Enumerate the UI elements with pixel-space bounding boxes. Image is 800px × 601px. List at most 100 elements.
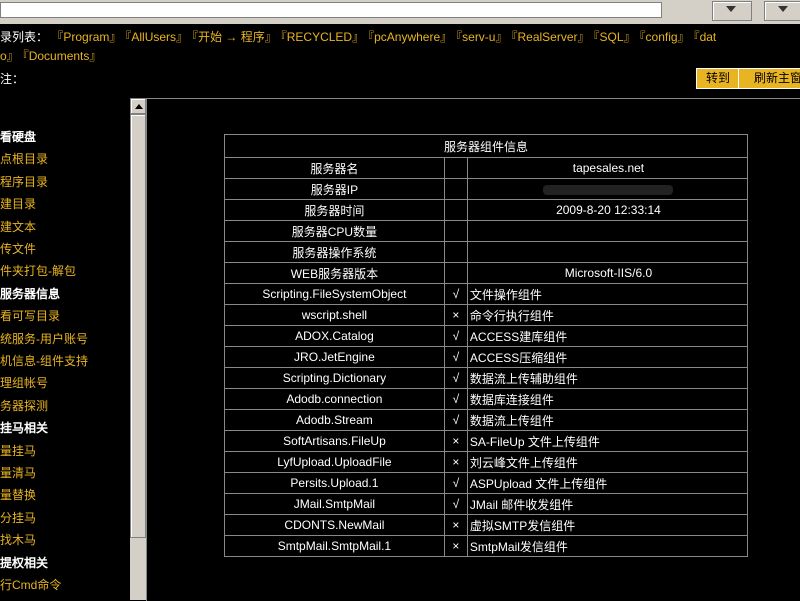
path-link[interactable]: 『SQL』	[594, 30, 636, 44]
info-name: 服务器名	[224, 157, 445, 179]
component-description: 数据库连接组件	[466, 388, 749, 410]
sidebar-item[interactable]: 建文本	[0, 216, 36, 238]
go-button[interactable]: 转到	[696, 68, 740, 89]
redacted-value	[543, 184, 674, 195]
sidebar-item[interactable]: 机信息-组件支持	[0, 350, 88, 372]
sidebar-item[interactable]: 量挂马	[0, 440, 36, 462]
info-spacer	[443, 199, 468, 221]
info-row: 服务器IP	[224, 178, 749, 200]
path-link[interactable]: 『serv-u』	[456, 30, 507, 44]
unsupported-cross-icon: ×	[443, 430, 468, 452]
sidebar-item[interactable]: 量替换	[0, 484, 36, 506]
component-name: Adodb.Stream	[224, 409, 445, 431]
component-row: SoftArtisans.FileUp × SA-FileUp 文件上传组件	[224, 430, 749, 452]
component-description: 数据流上传辅助组件	[466, 367, 749, 389]
sidebar-menu: 看硬盘 点根目录 程序目录 建目录 建文本 传文件 件夹打包-解包 服务器信息 看可写目录 统服务…	[0, 126, 128, 600]
path-link[interactable]: 『开始 → 程序』	[192, 30, 277, 44]
command-row: 注： 转到 刷新主窗	[0, 68, 800, 90]
component-description: ASPUpload 文件上传组件	[466, 472, 749, 494]
info-name: 服务器CPU数量	[224, 220, 445, 242]
path-link[interactable]: 『pcAnywhere』	[368, 30, 452, 44]
address-field[interactable]	[0, 2, 662, 18]
path-link[interactable]: o』	[0, 49, 19, 63]
path-link[interactable]: 『RECYCLED』	[281, 30, 364, 44]
component-description: 数据流上传组件	[466, 409, 749, 431]
sidebar-section-heading: 看硬盘	[0, 130, 37, 144]
supported-check-icon: √	[443, 283, 468, 305]
supported-check-icon: √	[443, 472, 468, 494]
table-title: 服务器组件信息	[224, 134, 748, 158]
path-link[interactable]: 『Program』	[51, 30, 121, 44]
path-link[interactable]: 『config』	[640, 30, 690, 44]
component-name: Scripting.Dictionary	[224, 367, 445, 389]
component-name: Persits.Upload.1	[224, 472, 445, 494]
info-name: 服务器操作系统	[224, 241, 445, 263]
sidebar-item[interactable]: 点根目录	[0, 148, 48, 170]
sidebar-item[interactable]: 件夹打包-解包	[0, 260, 76, 282]
sidebar-item[interactable]: 建目录	[0, 193, 36, 215]
info-spacer	[443, 178, 468, 200]
component-row: LyfUpload.UploadFile × 刘云峰文件上传组件	[224, 451, 749, 473]
path-link[interactable]: 『Documents』	[23, 49, 102, 63]
info-spacer	[443, 157, 468, 179]
component-row: JRO.JetEngine √ ACCESS压缩组件	[224, 346, 749, 368]
path-label: 录列表：	[0, 30, 49, 44]
unsupported-cross-icon: ×	[443, 304, 468, 326]
command-input[interactable]	[24, 71, 624, 85]
sidebar-item[interactable]: 务器探测	[0, 395, 48, 417]
sidebar-item[interactable]: 分挂马	[0, 507, 36, 529]
supported-check-icon: √	[443, 346, 468, 368]
component-name: SmtpMail.SmtpMail.1	[224, 535, 445, 557]
component-row: SmtpMail.SmtpMail.1 × SmtpMail发信组件	[224, 535, 749, 557]
sidebar-section-heading: 提权相关	[0, 555, 49, 570]
component-description: ACCESS建库组件	[466, 325, 749, 347]
path-link[interactable]: 『AllUsers』	[125, 30, 188, 44]
sidebar-item[interactable]: 程序目录	[0, 171, 48, 193]
sidebar-scrollbar[interactable]	[130, 98, 146, 600]
component-row: Persits.Upload.1 √ ASPUpload 文件上传组件	[224, 472, 749, 494]
scroll-thumb[interactable]	[130, 114, 146, 538]
component-name: LyfUpload.UploadFile	[224, 451, 445, 473]
component-description: 虚拟SMTP发信组件	[466, 514, 749, 536]
component-name: Scripting.FileSystemObject	[224, 283, 445, 305]
sidebar-item[interactable]: 理组帐号	[0, 372, 48, 394]
server-info-table: 服务器组件信息 服务器名 tapesales.net 服务器IP 服务器时间 2009-…	[224, 134, 749, 557]
component-description: 命令行执行组件	[466, 304, 749, 326]
sidebar-item[interactable]: 找木马	[0, 529, 36, 551]
component-description: 文件操作组件	[466, 283, 749, 305]
unsupported-cross-icon: ×	[443, 535, 468, 557]
supported-check-icon: √	[443, 367, 468, 389]
info-name: WEB服务器版本	[224, 262, 445, 284]
sidebar-item[interactable]: 统服务-用户账号	[0, 328, 88, 350]
component-row: Scripting.FileSystemObject √ 文件操作组件	[224, 283, 749, 305]
unsupported-cross-icon: ×	[443, 451, 468, 473]
refresh-main-button[interactable]: 刷新主窗	[738, 68, 800, 89]
info-row: 服务器名 tapesales.net	[224, 157, 749, 179]
sidebar-section-heading: 挂马相关	[0, 421, 49, 436]
info-name: 服务器时间	[224, 199, 445, 221]
sidebar-item[interactable]: 传文件	[0, 238, 36, 260]
info-row: 服务器时间 2009-8-20 12:33:14	[224, 199, 749, 221]
component-row: JMail.SmtpMail √ JMail 邮件收发组件	[224, 493, 749, 515]
sidebar-item[interactable]: 量清马	[0, 462, 36, 484]
scroll-up-button[interactable]	[130, 98, 146, 114]
arrow-up-icon	[135, 104, 143, 109]
component-name: SoftArtisans.FileUp	[224, 430, 445, 452]
component-description: JMail 邮件收发组件	[466, 493, 749, 515]
sidebar-item[interactable]: 行Cmd命令	[0, 574, 61, 596]
component-row: CDONTS.NewMail × 虚拟SMTP发信组件	[224, 514, 749, 536]
info-value: tapesales.net	[466, 157, 749, 179]
command-label: 注：	[0, 72, 25, 86]
unsupported-cross-icon: ×	[443, 514, 468, 536]
component-description: SA-FileUp 文件上传组件	[466, 430, 749, 452]
sidebar-item[interactable]: 看可写目录	[0, 305, 60, 327]
chevron-down-icon	[726, 6, 736, 12]
path-link[interactable]: 『RealServer』	[511, 30, 589, 44]
info-row: 服务器操作系统	[224, 241, 749, 263]
component-name: ADOX.Catalog	[224, 325, 445, 347]
path-link[interactable]: 『dat	[694, 30, 717, 44]
info-value: 2009-8-20 12:33:14	[466, 199, 749, 221]
supported-check-icon: √	[443, 325, 468, 347]
info-spacer	[443, 241, 468, 263]
component-name: wscript.shell	[224, 304, 445, 326]
